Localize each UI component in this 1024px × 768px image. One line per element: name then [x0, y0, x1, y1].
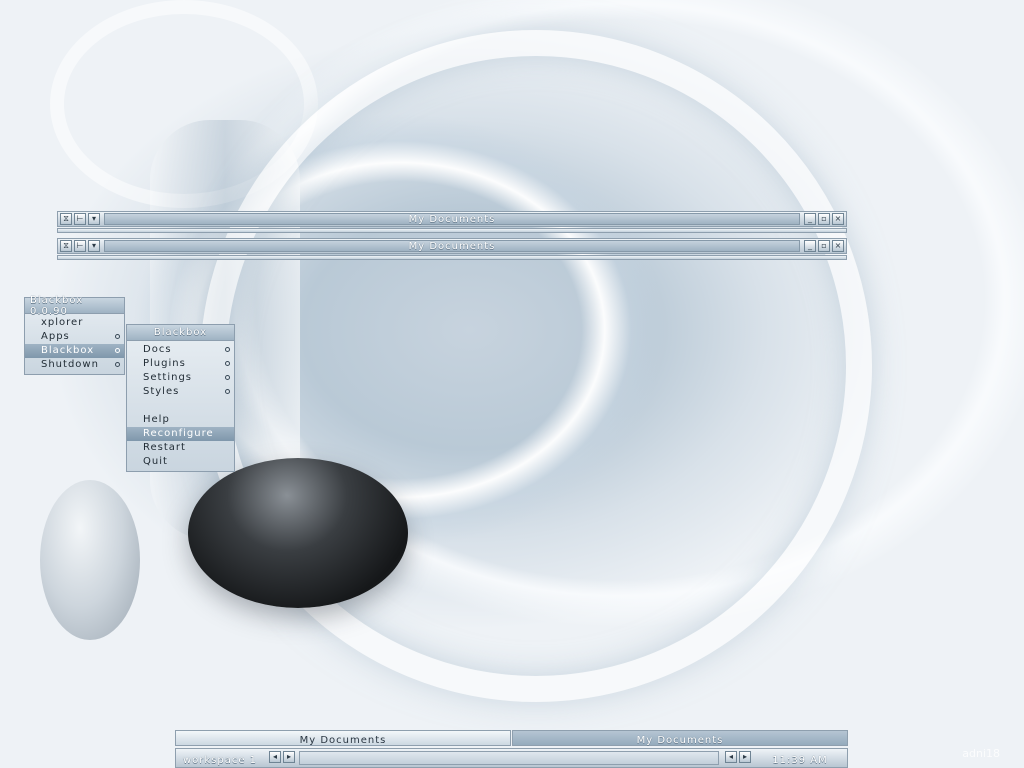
maximize-icon: ▫: [821, 214, 827, 223]
menu-item-help[interactable]: Help: [127, 413, 234, 427]
submenu-indicator-icon: [225, 361, 230, 366]
workspace-label-area: workspace 1: [179, 751, 261, 766]
clock: 11:39 AM: [772, 755, 828, 766]
window-titlebar-2[interactable]: ⧖ ⊢ ▾ My Documents _ ▫ ×: [57, 238, 847, 254]
menu-item-reconfigure[interactable]: Reconfigure: [127, 427, 234, 441]
minimize-button[interactable]: _: [804, 240, 816, 252]
maximize-button[interactable]: ▫: [818, 213, 830, 225]
submenu-indicator-icon: [115, 334, 120, 339]
window-handle-2[interactable]: [57, 255, 847, 260]
wallpaper-shape: [40, 480, 140, 640]
menu-item-xplorer[interactable]: xplorer: [25, 316, 124, 330]
maximize-icon: ▫: [821, 241, 827, 250]
menu-item-label: Blackbox: [41, 345, 95, 356]
window-menu-button[interactable]: ▾: [88, 213, 100, 225]
shade-button[interactable]: ⊢: [74, 213, 86, 225]
window-titlebar-1[interactable]: ⧖ ⊢ ▾ My Documents _ ▫ ×: [57, 211, 847, 227]
minimize-icon: _: [808, 214, 812, 223]
close-button[interactable]: ×: [832, 213, 844, 225]
minimize-button[interactable]: _: [804, 213, 816, 225]
menu-item-label: Plugins: [143, 358, 186, 369]
menu-item-settings[interactable]: Settings: [127, 371, 234, 385]
task-label: My Documents: [636, 735, 724, 746]
wallpaper-ring-large: [200, 30, 872, 702]
window-label-area: [299, 751, 719, 765]
task-button-2[interactable]: My Documents: [512, 730, 848, 746]
menu-item-apps[interactable]: Apps: [25, 330, 124, 344]
window-handle-1[interactable]: [57, 228, 847, 233]
close-icon: ×: [834, 241, 842, 250]
close-icon: ×: [834, 214, 842, 223]
menu-item-shutdown[interactable]: Shutdown: [25, 358, 124, 372]
shade-icon: ⊢: [76, 214, 84, 223]
window-title-area: My Documents: [104, 240, 800, 252]
workspace-name[interactable]: workspace 1: [183, 755, 257, 766]
window-next-button[interactable]: ▸: [739, 751, 751, 763]
menu-item-label: Quit: [143, 456, 168, 467]
menu-item-label: Restart: [143, 442, 186, 453]
arrow-right-icon: ▸: [742, 752, 747, 761]
menu-item-quit[interactable]: Quit: [127, 455, 234, 469]
window-menu-button[interactable]: ▾: [88, 240, 100, 252]
menu-item-restart[interactable]: Restart: [127, 441, 234, 455]
workspace-next-button[interactable]: ▸: [283, 751, 295, 763]
menu-title: Blackbox: [127, 325, 234, 341]
watermark: adni18: [962, 747, 1000, 760]
menu-item-docs[interactable]: Docs: [127, 343, 234, 357]
iconify-button[interactable]: ⧖: [60, 213, 72, 225]
menu-item-label: Styles: [143, 386, 180, 397]
menu-item-label: Help: [143, 414, 170, 425]
close-button[interactable]: ×: [832, 240, 844, 252]
menu-item-plugins[interactable]: Plugins: [127, 357, 234, 371]
submenu-indicator-icon: [225, 375, 230, 380]
menu-item-label: Shutdown: [41, 359, 99, 370]
shade-icon: ⊢: [76, 241, 84, 250]
task-label: My Documents: [299, 735, 387, 746]
task-button-1[interactable]: My Documents: [175, 730, 511, 746]
iconify-button[interactable]: ⧖: [60, 240, 72, 252]
window-title: My Documents: [408, 240, 496, 252]
toolbar-bottom: workspace 1 ◂ ▸ ◂ ▸ 11:39 AM: [175, 748, 848, 768]
menu-item-blackbox[interactable]: Blackbox: [25, 344, 124, 358]
workspace-prev-button[interactable]: ◂: [269, 751, 281, 763]
menu-item-label: Apps: [41, 331, 70, 342]
window-title: My Documents: [408, 213, 496, 225]
menu-item-label: Reconfigure: [143, 428, 214, 439]
submenu-indicator-icon: [115, 348, 120, 353]
submenu-indicator-icon: [225, 347, 230, 352]
shade-button[interactable]: ⊢: [74, 240, 86, 252]
hourglass-icon: ⧖: [63, 214, 69, 223]
root-menu-title: Blackbox 0.0.90: [30, 294, 84, 317]
submenu-indicator-icon: [115, 362, 120, 367]
menu-separator: [127, 399, 234, 413]
root-menu: Blackbox 0.0.90 xplorer Apps Blackbox Sh…: [24, 294, 125, 375]
chevron-down-icon: ▾: [91, 241, 96, 250]
window-prev-button[interactable]: ◂: [725, 751, 737, 763]
minimize-icon: _: [808, 241, 812, 250]
wallpaper-sphere: [188, 458, 408, 608]
maximize-button[interactable]: ▫: [818, 240, 830, 252]
wallpaper-ring: [50, 0, 318, 208]
chevron-down-icon: ▾: [91, 214, 96, 223]
menu-item-styles[interactable]: Styles: [127, 385, 234, 399]
submenu-indicator-icon: [225, 389, 230, 394]
menu-item-label: xplorer: [41, 317, 84, 328]
toolbar: My Documents My Documents workspace 1 ◂ …: [175, 730, 848, 768]
arrow-right-icon: ▸: [286, 752, 291, 761]
menu-item-label: Docs: [143, 344, 172, 355]
window-title-area: My Documents: [104, 213, 800, 225]
clock-area: 11:39 AM: [756, 751, 844, 766]
hourglass-icon: ⧖: [63, 241, 69, 250]
menu-item-label: Settings: [143, 372, 193, 383]
submenu-title: Blackbox: [153, 327, 208, 338]
blackbox-submenu: Blackbox Docs Plugins Settings Styles He…: [126, 324, 235, 472]
arrow-left-icon: ◂: [728, 752, 733, 761]
menu-title: Blackbox 0.0.90: [25, 294, 124, 317]
arrow-left-icon: ◂: [272, 752, 277, 761]
